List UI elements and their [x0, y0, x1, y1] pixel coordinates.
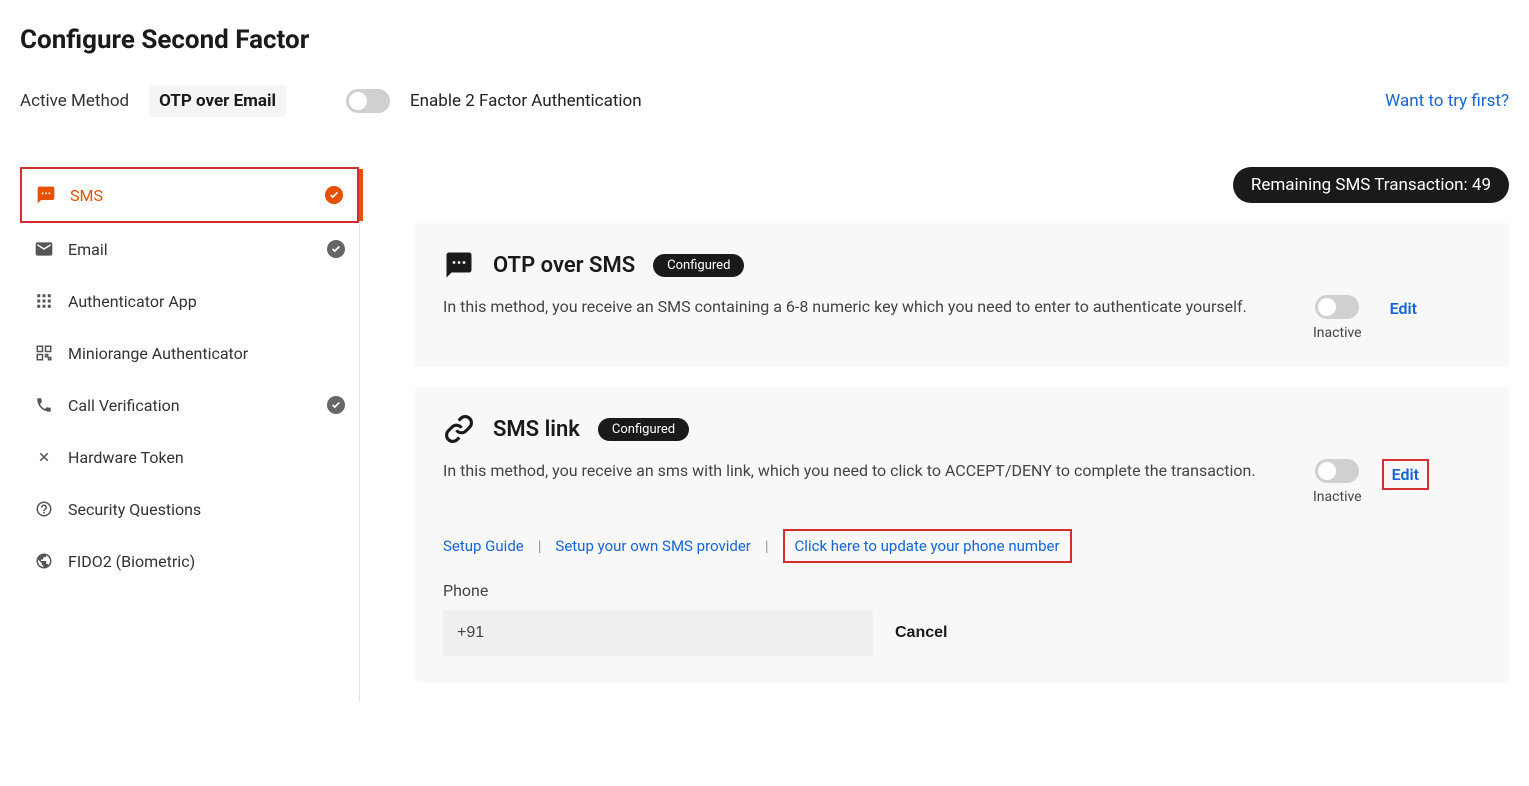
sidebar-item-hardware-token[interactable]: Hardware Token [20, 431, 359, 483]
update-phone-link[interactable]: Click here to update your phone number [783, 529, 1072, 563]
sidebar-item-label: Authenticator App [68, 292, 197, 311]
sidebar-item-label: Security Questions [68, 500, 201, 519]
sidebar-item-label: FIDO2 (Biometric) [68, 552, 195, 571]
sidebar-item-label: Email [68, 240, 108, 259]
sms-link-toggle[interactable] [1315, 459, 1359, 483]
sidebar-item-sms[interactable]: SMS [20, 167, 359, 223]
check-icon [327, 396, 345, 414]
phone-label: Phone [443, 581, 1481, 600]
card-description: In this method, you receive an SMS conta… [443, 295, 1293, 319]
card-title: OTP over SMS [493, 253, 635, 278]
check-icon [325, 186, 343, 204]
sms-icon [36, 185, 56, 205]
card-title: SMS link [493, 417, 580, 442]
active-method-label: Active Method [20, 91, 129, 111]
try-first-link[interactable]: Want to try first? [1385, 91, 1509, 111]
edit-button[interactable]: Edit [1382, 295, 1425, 322]
email-icon [34, 239, 54, 259]
cancel-button[interactable]: Cancel [895, 624, 947, 642]
sidebar-item-miniorange-authenticator[interactable]: Miniorange Authenticator [20, 327, 359, 379]
setup-provider-link[interactable]: Setup your own SMS provider [555, 537, 750, 555]
top-row: Active Method OTP over Email Enable 2 Fa… [20, 85, 1509, 117]
sidebar-item-authenticator-app[interactable]: Authenticator App [20, 275, 359, 327]
phone-icon [34, 395, 54, 415]
page-title: Configure Second Factor [20, 25, 1509, 55]
links-row: Setup Guide | Setup your own SMS provide… [443, 529, 1481, 563]
enable-2fa-toggle[interactable] [346, 89, 390, 113]
qr-icon [34, 343, 54, 363]
sidebar-item-label: Call Verification [68, 396, 180, 415]
edit-button[interactable]: Edit [1382, 459, 1429, 490]
check-icon [327, 240, 345, 258]
sidebar-item-fido2[interactable]: FIDO2 (Biometric) [20, 535, 359, 587]
card-sms-link: SMS link Configured In this method, you … [415, 387, 1509, 682]
grid-icon [34, 291, 54, 311]
sidebar-item-label: SMS [70, 186, 103, 205]
question-icon [34, 499, 54, 519]
configured-badge: Configured [598, 418, 689, 441]
configured-badge: Configured [653, 254, 744, 277]
active-method-value: OTP over Email [149, 85, 286, 117]
content: Remaining SMS Transaction: 49 OTP over S… [360, 167, 1509, 702]
phone-input[interactable] [443, 610, 873, 656]
sms-remaining-badge: Remaining SMS Transaction: 49 [1233, 167, 1509, 203]
enable-2fa-label: Enable 2 Factor Authentication [410, 91, 642, 111]
sidebar-item-label: Miniorange Authenticator [68, 344, 248, 363]
sidebar-item-call-verification[interactable]: Call Verification [20, 379, 359, 431]
card-otp-sms: OTP over SMS Configured In this method, … [415, 223, 1509, 367]
link-icon [443, 413, 475, 445]
sidebar: SMS Email Authenticator App [20, 167, 360, 702]
status-label: Inactive [1313, 489, 1362, 505]
card-description: In this method, you receive an sms with … [443, 459, 1293, 483]
otp-sms-toggle[interactable] [1315, 295, 1359, 319]
setup-guide-link[interactable]: Setup Guide [443, 537, 524, 555]
biometric-icon [34, 551, 54, 571]
sidebar-item-security-questions[interactable]: Security Questions [20, 483, 359, 535]
sidebar-item-label: Hardware Token [68, 448, 184, 467]
sidebar-item-email[interactable]: Email [20, 223, 359, 275]
sms-icon [443, 249, 475, 281]
token-icon [34, 447, 54, 467]
status-label: Inactive [1313, 325, 1362, 341]
